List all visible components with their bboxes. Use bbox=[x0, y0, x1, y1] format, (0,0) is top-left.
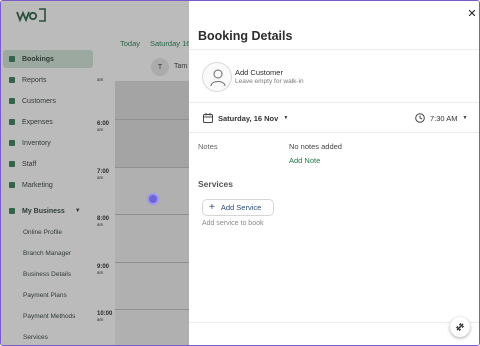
add-customer-hint: Leave empty for walk-in bbox=[235, 78, 304, 85]
add-note-link[interactable]: Add Note bbox=[289, 156, 320, 165]
add-customer-label[interactable]: Add Customer bbox=[235, 68, 283, 77]
modal-backdrop[interactable] bbox=[1, 1, 189, 345]
cursor-indicator bbox=[147, 193, 159, 205]
caret-down-icon: ▼ bbox=[462, 115, 468, 121]
date-value: Saturday, 16 Nov bbox=[218, 113, 279, 123]
add-service-label: Add Service bbox=[220, 203, 262, 212]
booking-details-drawer: ✕ Booking Details Add Customer Leave emp… bbox=[189, 1, 479, 345]
link-icon bbox=[456, 323, 464, 331]
date-dropdown[interactable]: Saturday, 16 Nov ▼ bbox=[203, 113, 288, 123]
close-icon[interactable]: ✕ bbox=[466, 7, 478, 21]
add-service-button[interactable]: + Add Service bbox=[202, 199, 274, 216]
divider bbox=[189, 49, 479, 50]
drawer-title: Booking Details bbox=[198, 29, 293, 43]
add-service-hint: Add service to book bbox=[202, 220, 264, 227]
window-frame: Bookings Reports Customers Expenses Inve… bbox=[0, 0, 480, 346]
notes-empty-text: No notes added bbox=[289, 142, 342, 151]
divider bbox=[189, 132, 479, 133]
help-chat-button[interactable] bbox=[450, 317, 470, 337]
user-icon bbox=[210, 69, 226, 87]
customer-avatar-button[interactable] bbox=[202, 62, 232, 92]
time-value: 7:30 AM bbox=[430, 113, 458, 123]
clock-icon bbox=[415, 113, 425, 123]
time-dropdown[interactable]: 7:30 AM ▼ bbox=[415, 113, 467, 123]
caret-down-icon: ▼ bbox=[283, 115, 289, 121]
calendar-icon bbox=[203, 113, 213, 123]
divider bbox=[189, 102, 479, 103]
services-heading: Services bbox=[198, 179, 233, 189]
divider bbox=[189, 322, 479, 323]
notes-label: Notes bbox=[198, 142, 218, 151]
plus-icon: + bbox=[209, 202, 215, 213]
